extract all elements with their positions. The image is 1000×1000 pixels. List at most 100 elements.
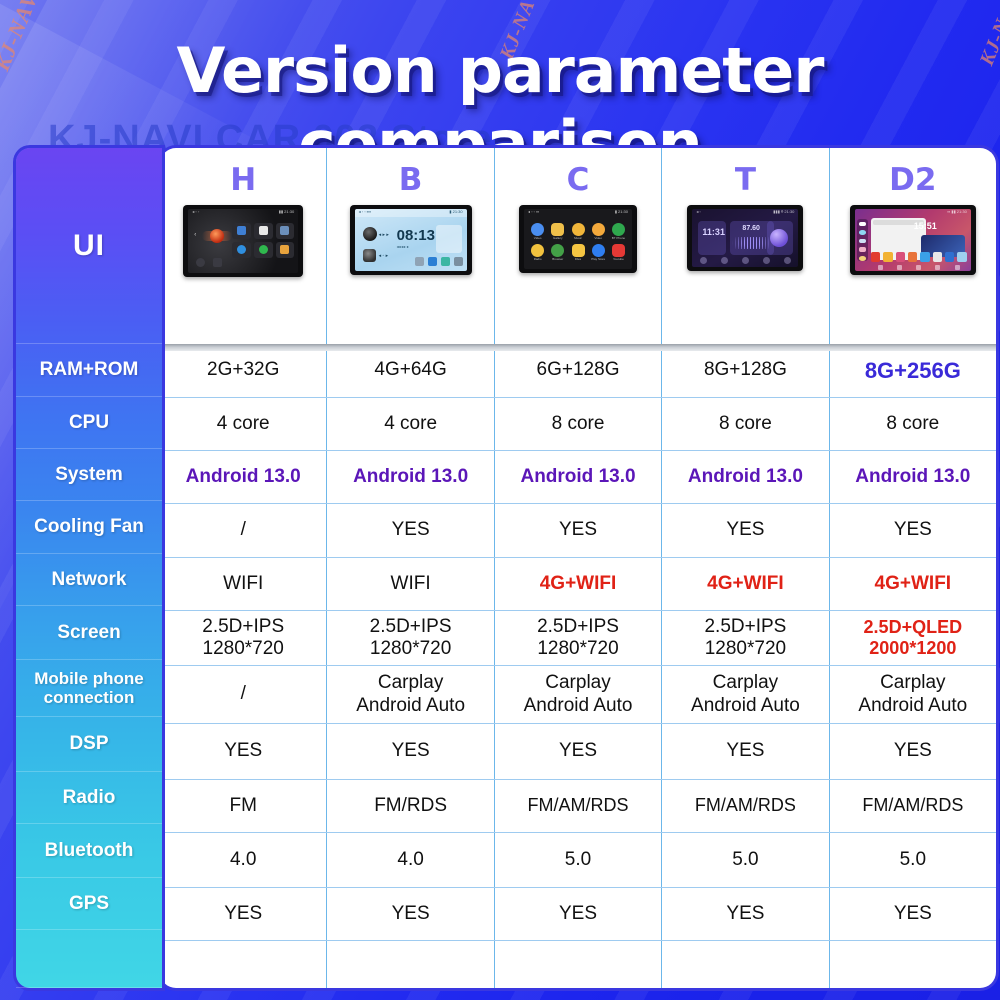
cell-gps-c: YES bbox=[495, 888, 663, 940]
cell-system-c: Android 13.0 bbox=[495, 451, 663, 503]
table-row-dsp: YES YES YES YES YES bbox=[160, 724, 996, 780]
sidebar-label-mobile-phone-connection: Mobile phone connection bbox=[16, 660, 162, 717]
cell-cooling-fan-h: / bbox=[160, 504, 328, 557]
cell-empty-c bbox=[495, 941, 663, 988]
cell-network-c: 4G+WIFI bbox=[495, 558, 663, 610]
cell-dsp-c: YES bbox=[495, 724, 663, 779]
cell-phone-c: Carplay Android Auto bbox=[495, 666, 663, 723]
column-b: B ◂ ◦ ◦ ▪▪▪ ▮ 21:30 ◂ ▸ ▸ 08:13 ◂◂ ▸▸ ▸ ◂ bbox=[327, 148, 495, 344]
cell-cpu-t: 8 core bbox=[662, 398, 830, 450]
cell-system-h: Android 13.0 bbox=[160, 451, 328, 503]
sidebar-label-system: System bbox=[16, 449, 162, 501]
sidebar-label-cooling-fan: Cooling Fan bbox=[16, 501, 162, 554]
cell-screen-h-line1: 2.5D+IPS bbox=[202, 615, 285, 637]
table-row-cpu: 4 core 4 core 8 core 8 core 8 core bbox=[160, 398, 996, 451]
cell-screen-b-line1: 2.5D+IPS bbox=[369, 615, 452, 637]
cell-radio-h: FM bbox=[160, 780, 328, 832]
watermark-top-center: KJ-NAVI bbox=[495, 0, 548, 63]
cell-screen-c: 2.5D+IPS 1280*720 bbox=[495, 611, 663, 665]
cell-bluetooth-h: 4.0 bbox=[160, 833, 328, 887]
cell-screen-t-line2: 1280*720 bbox=[704, 638, 787, 659]
cell-screen-h-line2: 1280*720 bbox=[202, 638, 284, 659]
column-header-c: C bbox=[566, 162, 590, 198]
cell-radio-b: FM/RDS bbox=[327, 780, 495, 832]
cell-phone-c-line1: Carplay bbox=[545, 672, 611, 694]
cell-cooling-fan-d2: YES bbox=[893, 519, 932, 541]
cell-network-t: 4G+WIFI bbox=[662, 558, 830, 610]
column-header-d2: D2 bbox=[889, 162, 937, 198]
table-row-bluetooth: 4.0 4.0 5.0 5.0 5.0 bbox=[160, 833, 996, 888]
cell-ram-rom-c: 6G+128G bbox=[495, 344, 663, 397]
cell-phone-d2-line2: Android Auto bbox=[858, 694, 968, 716]
cell-ram-rom-d2: 8G+256G bbox=[864, 357, 961, 383]
sidebar-label-network: Network bbox=[16, 554, 162, 606]
car-stereo-h-ui: ◂ ◦ ◦▮▮ 21:30 ‹ › bbox=[183, 204, 304, 277]
cell-screen-d2-line1: 2.5D+QLED bbox=[863, 616, 963, 637]
cell-cpu-d2: 8 core bbox=[886, 412, 940, 434]
cell-ram-rom-t: 8G+128G bbox=[662, 344, 830, 397]
cell-network-b: WIFI bbox=[327, 558, 495, 610]
sidebar-label-dsp: DSP bbox=[16, 717, 162, 772]
sidebar-label-radio: Radio bbox=[16, 772, 162, 824]
table-row-empty bbox=[160, 941, 996, 988]
cell-phone-h: / bbox=[160, 666, 328, 723]
cell-empty-t bbox=[662, 941, 830, 988]
column-header-t: T bbox=[734, 162, 756, 198]
cell-system-b: Android 13.0 bbox=[327, 451, 495, 503]
nav-bar bbox=[871, 264, 967, 270]
table-row-gps: YES YES YES YES YES bbox=[160, 888, 996, 941]
app-dock bbox=[870, 251, 967, 262]
cell-system-d2: Android 13.0 bbox=[855, 465, 971, 487]
cell-network-h: WIFI bbox=[160, 558, 328, 610]
watermark-top-right: KJ-NAVI bbox=[975, 0, 1000, 69]
column-c: C ◂ ◦ ◦ ▪▪ ▮ 21:30 Video Gallery Music Vi… bbox=[495, 148, 663, 344]
cell-phone-b-line2: Android Auto bbox=[356, 694, 466, 716]
cell-bluetooth-d2: 5.0 bbox=[899, 848, 927, 870]
radio-icon bbox=[362, 248, 376, 262]
cell-phone-t: Carplay Android Auto bbox=[662, 666, 830, 723]
car-stereo-d2-ui: ▪▪ ▮▮ 21:30 15:51 bbox=[849, 204, 976, 275]
row-label-sidebar: UI RAM+ROM CPU System Cooling Fan Networ… bbox=[16, 148, 162, 988]
cell-bluetooth-b: 4.0 bbox=[327, 833, 495, 887]
cell-cpu-h: 4 core bbox=[160, 398, 328, 450]
cell-bluetooth-t: 5.0 bbox=[662, 833, 830, 887]
device-radio-frequency-t: 87.60 bbox=[742, 224, 760, 232]
weather-widget bbox=[435, 224, 462, 253]
cell-phone-b-line1: Carplay bbox=[377, 672, 444, 694]
cell-dsp-b: YES bbox=[327, 724, 495, 779]
cell-radio-c: FM/AM/RDS bbox=[495, 780, 663, 832]
media-orb-icon bbox=[770, 228, 789, 247]
column-header-b: B bbox=[398, 162, 423, 198]
table-row-ram-rom: 2G+32G 4G+64G 6G+128G 8G+128G 8G+256G bbox=[160, 344, 996, 398]
shelf-divider bbox=[160, 344, 996, 351]
sidebar-label-cpu: CPU bbox=[16, 397, 162, 449]
comparison-table: H ◂ ◦ ◦▮▮ 21:30 ‹ › bbox=[160, 148, 996, 988]
device-clock-d2: 15:51 bbox=[913, 220, 937, 231]
cell-cooling-fan-c: YES bbox=[495, 504, 663, 557]
car-stereo-t-ui: ◂ ◦ ▮▮▮ ⌾ 21:30 11:31 87.60 bbox=[687, 204, 804, 271]
table-row-system: Android 13.0 Android 13.0 Android 13.0 A… bbox=[160, 451, 996, 504]
table-row-radio: FM FM/RDS FM/AM/RDS FM/AM/RDS FM/AM/RDS bbox=[160, 780, 996, 833]
cell-dsp-h: YES bbox=[160, 724, 328, 779]
sidebar-label-gps: GPS bbox=[16, 878, 162, 930]
album-art-icon bbox=[362, 226, 377, 241]
cell-screen-d2-line2: 2000*1200 bbox=[869, 638, 957, 658]
sidebar-label-ui: UI bbox=[16, 148, 162, 344]
table-row-mobile-phone-connection: / Carplay Android Auto Carplay Android A… bbox=[160, 666, 996, 724]
car-stereo-c-ui: ◂ ◦ ◦ ▪▪ ▮ 21:30 Video Gallery Music Vide… bbox=[519, 204, 638, 273]
cell-cooling-fan-t: YES bbox=[662, 504, 830, 557]
table-row-network: WIFI WIFI 4G+WIFI 4G+WIFI 4G+WIFI bbox=[160, 558, 996, 611]
cell-screen-t-line1: 2.5D+IPS bbox=[704, 615, 787, 637]
cell-empty-h bbox=[160, 941, 328, 988]
column-t: T ◂ ◦ ▮▮▮ ⌾ 21:30 11:31 87.60 bbox=[662, 148, 830, 344]
sidebar-label-screen: Screen bbox=[16, 606, 162, 660]
cell-cpu-c: 8 core bbox=[495, 398, 663, 450]
device-clock-t: 11:31 bbox=[702, 226, 725, 237]
cell-screen-h: 2.5D+IPS 1280*720 bbox=[160, 611, 328, 665]
cell-network-d2: 4G+WIFI bbox=[874, 572, 952, 594]
sidebar-label-bluetooth: Bluetooth bbox=[16, 824, 162, 878]
cell-radio-d2: FM/AM/RDS bbox=[862, 795, 964, 816]
sidebar-label-ram-rom: RAM+ROM bbox=[16, 344, 162, 397]
cell-phone-h-line1: / bbox=[240, 683, 246, 705]
